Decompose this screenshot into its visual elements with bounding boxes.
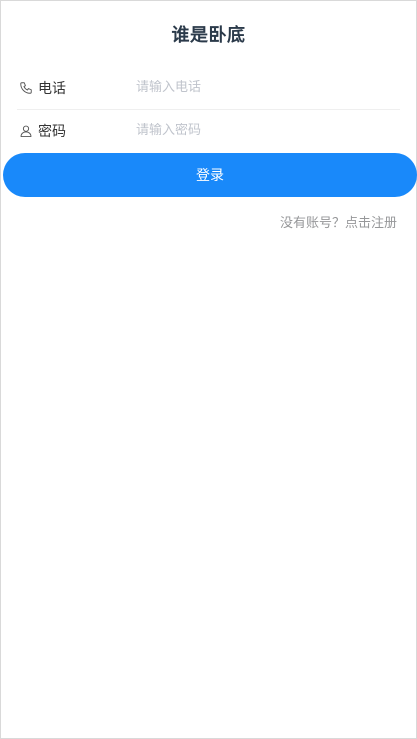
phone-input[interactable] — [136, 80, 376, 95]
phone-label: 电话 — [38, 80, 66, 97]
login-button[interactable]: 登录 — [3, 153, 417, 197]
login-page: 谁是卧底 电话 密码 登录 没有账号？点击注册 — [0, 0, 417, 739]
password-input[interactable] — [136, 123, 376, 138]
password-label: 密码 — [38, 123, 66, 140]
password-field-row: 密码 — [17, 109, 400, 152]
user-icon — [18, 123, 34, 139]
register-link[interactable]: 没有账号？点击注册 — [280, 212, 397, 231]
page-title: 谁是卧底 — [171, 25, 246, 46]
phone-field-row: 电话 — [17, 66, 400, 110]
phone-icon — [18, 80, 34, 96]
